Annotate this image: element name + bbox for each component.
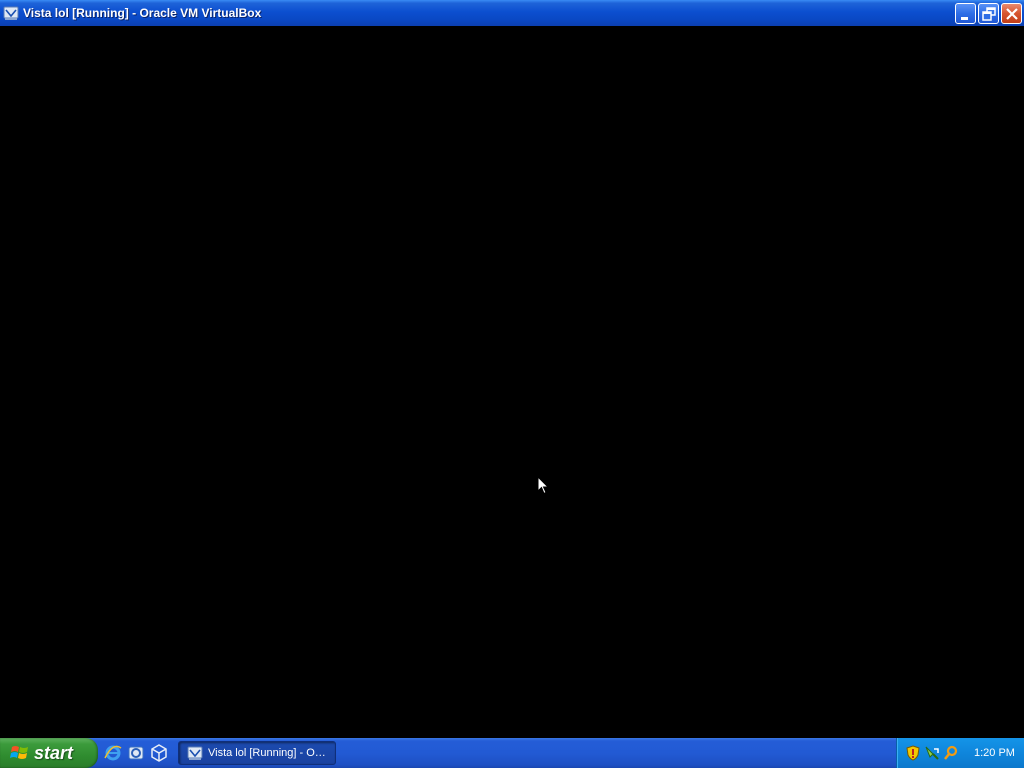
mouse-pointer-icon — [537, 476, 550, 495]
window-titlebar[interactable]: Vista lol [Running] - Oracle VM VirtualB… — [0, 0, 1024, 26]
virtualbox-icon — [3, 6, 19, 20]
taskbar-item-virtualbox[interactable]: Vista lol [Running] - O… — [178, 741, 336, 765]
taskbar-item-label: Vista lol [Running] - O… — [208, 747, 326, 759]
windows-flag-icon — [10, 746, 28, 759]
taskbar-clock[interactable]: 1:20 PM — [974, 747, 1015, 759]
network-icon[interactable] — [924, 745, 940, 761]
restore-icon — [982, 7, 996, 21]
security-shield-icon[interactable] — [905, 745, 921, 761]
window-controls — [955, 3, 1022, 24]
search-icon[interactable] — [943, 745, 959, 761]
start-button[interactable]: start — [0, 738, 98, 768]
minimize-button[interactable] — [955, 3, 976, 24]
quick-launch-bar — [104, 744, 168, 762]
minimize-icon — [961, 17, 968, 20]
window-title: Vista lol [Running] - Oracle VM VirtualB… — [23, 6, 262, 20]
start-label: start — [34, 742, 74, 763]
restore-button[interactable] — [978, 3, 999, 24]
virtualbox-icon[interactable] — [150, 744, 168, 762]
system-tray: 1:20 PM — [896, 738, 1024, 768]
virtualbox-icon — [187, 746, 203, 760]
close-button[interactable] — [1001, 3, 1022, 24]
close-icon — [1006, 8, 1018, 20]
vm-display[interactable] — [0, 26, 1024, 738]
taskbar: start Vista lol [Running] - O… 1:20 PM — [0, 738, 1024, 768]
internet-explorer-icon[interactable] — [104, 744, 122, 762]
outlook-express-icon[interactable] — [127, 744, 145, 762]
